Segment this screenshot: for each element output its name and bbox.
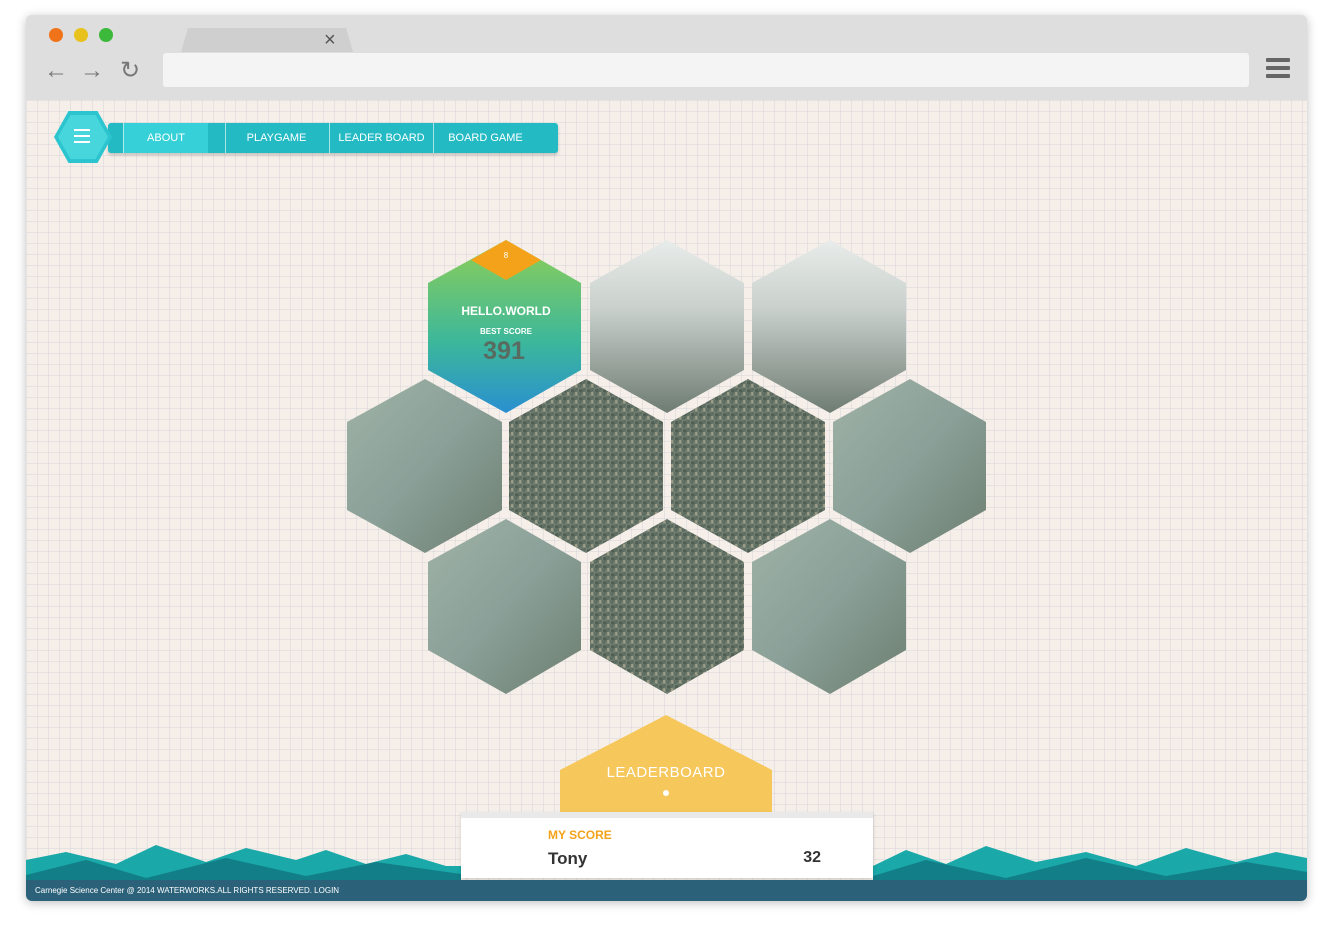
hex-tile [752, 240, 906, 413]
maximize-window-icon[interactable] [99, 28, 113, 42]
page-content: ABOUT PLAYGAME LEADER BOARD BOARD GAME 8… [26, 100, 1307, 901]
reload-icon[interactable]: ↻ [120, 59, 140, 83]
best-score-value: 391 [483, 337, 525, 365]
my-score-label: MY SCORE [548, 828, 612, 842]
forward-arrow-icon[interactable]: → [80, 59, 104, 83]
leaderboard-dot-icon [663, 790, 669, 796]
minimize-window-icon[interactable] [74, 28, 88, 42]
close-window-icon[interactable] [49, 28, 63, 42]
browser-chrome: × ← → ↻ [26, 15, 1307, 100]
browser-window: × ← → ↻ ABOUT PLAYGAME LEADER BOARD BOAR… [26, 15, 1307, 901]
back-arrow-icon[interactable]: ← [44, 59, 68, 83]
hex-tile [671, 379, 825, 553]
footer: Carnegie Science Center @ 2014 WATERWORK… [26, 880, 1307, 901]
hex-tile [590, 240, 744, 413]
hex-tile [347, 379, 502, 553]
hex-tile [590, 519, 744, 694]
player-username: HELLO.WORLD [461, 304, 551, 318]
player-name: Tony [548, 849, 588, 868]
hex-tile [833, 379, 986, 553]
badge-text: 8 [504, 251, 509, 260]
tab-close-icon[interactable]: × [324, 29, 336, 51]
hex-tile [752, 519, 906, 694]
my-score-card: MY SCORE Tony 32 [461, 812, 873, 878]
address-bar[interactable] [163, 53, 1249, 87]
browser-menu-icon[interactable] [1266, 58, 1290, 80]
hex-tile [428, 519, 581, 694]
best-score-label: BEST SCORE [480, 327, 533, 336]
hex-tile [509, 379, 663, 553]
player-score: 32 [803, 849, 821, 866]
leaderboard-title[interactable]: LEADERBOARD [560, 764, 772, 781]
